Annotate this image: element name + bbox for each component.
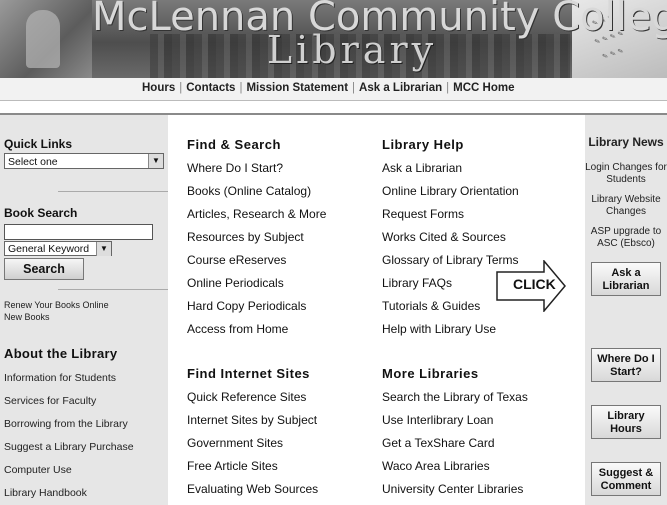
find-link[interactable]: Course eReserves [187,253,286,267]
about-link-computer-use[interactable]: Computer Use [4,464,72,476]
help-link[interactable]: Help with Library Use [382,322,496,336]
quick-links-heading: Quick Links [4,137,73,151]
library-link[interactable]: Search the Library of Texas [382,390,528,404]
quick-links-select-value: Select one [8,156,58,168]
help-link[interactable]: Works Cited & Sources [382,230,506,244]
divider [58,289,168,290]
library-link[interactable]: Waco Area Libraries [382,459,490,473]
nav-ask-a-librarian[interactable]: Ask a Librarian [359,82,442,94]
internet-link[interactable]: Quick Reference Sites [187,390,306,404]
library-link[interactable]: University Center Libraries [382,482,523,496]
about-link-handbook[interactable]: Library Handbook [4,487,87,499]
find-link[interactable]: Articles, Research & More [187,207,326,221]
about-link-faculty[interactable]: Services for Faculty [4,395,96,407]
library-news-heading: Library News [588,135,664,149]
top-nav: Hours | Contacts | Mission Statement | Ask a L… [0,78,667,101]
news-item[interactable]: ASP upgrade to ASC (Ebsco) [585,226,667,250]
search-type-value: General Keyword [8,243,90,255]
internet-link[interactable]: Free Article Sites [187,459,278,473]
where-do-i-start-button[interactable]: Where Do I Start? [591,348,661,382]
find-link[interactable]: Resources by Subject [187,230,304,244]
renew-books-link[interactable]: Renew Your Books Online [4,300,109,310]
nav-separator: | [352,82,356,94]
book-search-heading: Book Search [4,206,78,220]
header-banner: ✎ ✎ ✎ ✎ ✎ ✎ ✎ ✎ ✎ ✎ ✎ McLennan Community… [0,0,667,78]
library-help-heading: Library Help [382,137,464,152]
library-link[interactable]: Get a TexShare Card [382,436,495,450]
about-link-students[interactable]: Information for Students [4,372,116,384]
search-button[interactable]: Search [4,258,84,280]
internet-link[interactable]: Internet Sites by Subject [187,413,317,427]
find-search-heading: Find & Search [187,137,281,152]
divider [58,191,168,192]
internet-link[interactable]: Government Sites [187,436,283,450]
help-link[interactable]: Online Library Orientation [382,184,519,198]
nav-contacts[interactable]: Contacts [186,82,235,94]
help-link[interactable]: Library FAQs [382,276,452,290]
help-link[interactable]: Tutorials & Guides [382,299,480,313]
nav-separator: | [446,82,450,94]
suggest-comment-button[interactable]: Suggest & Comment [591,462,661,496]
news-item[interactable]: Library Website Changes [585,194,667,218]
library-hours-button[interactable]: Library Hours [591,405,661,439]
find-link[interactable]: Access from Home [187,322,288,336]
nav-mcc-home[interactable]: MCC Home [453,82,514,94]
banner-subtitle: Library [266,28,438,72]
find-link[interactable]: Where Do I Start? [187,161,283,175]
new-books-link[interactable]: New Books [4,312,50,322]
internet-sites-heading: Find Internet Sites [187,366,310,381]
chevron-down-icon[interactable]: ▼ [148,154,163,168]
help-link[interactable]: Request Forms [382,207,464,221]
click-label: CLICK [513,276,556,292]
find-link[interactable]: Books (Online Catalog) [187,184,311,198]
help-link[interactable]: Ask a Librarian [382,161,462,175]
nav-separator: | [239,82,243,94]
news-item[interactable]: Login Changes for Students [585,162,667,186]
find-link[interactable]: Online Periodicals [187,276,284,290]
about-library-heading: About the Library [4,346,118,361]
quick-links-select[interactable]: Select one ▼ [4,153,164,169]
more-libraries-heading: More Libraries [382,366,479,381]
library-link[interactable]: Use Interlibrary Loan [382,413,493,427]
ask-librarian-button[interactable]: Ask a Librarian [591,262,661,296]
search-type-select[interactable]: General Keyword ▼ [4,241,112,256]
nav-hours[interactable]: Hours [142,82,175,94]
chevron-down-icon[interactable]: ▼ [96,242,111,256]
statue-image [0,0,92,78]
nav-separator: | [179,82,183,94]
about-link-borrowing[interactable]: Borrowing from the Library [4,418,128,430]
internet-link[interactable]: Evaluating Web Sources [187,482,318,496]
find-link[interactable]: Hard Copy Periodicals [187,299,306,313]
nav-mission-statement[interactable]: Mission Statement [246,82,348,94]
book-search-input[interactable] [4,224,153,240]
about-link-suggest[interactable]: Suggest a Library Purchase [4,441,134,453]
